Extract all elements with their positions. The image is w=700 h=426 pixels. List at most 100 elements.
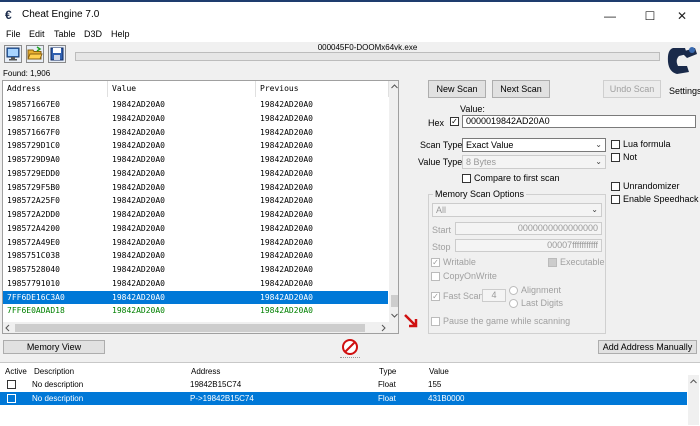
table-row[interactable]: No description P->19842B15C74 Float 431B000… [0,392,687,405]
menu-table[interactable]: Table [54,29,76,39]
computer-icon [6,47,20,61]
active-checkbox[interactable] [7,380,16,389]
add-to-address-list-button[interactable] [402,312,422,332]
result-value: 19842AD20A0 [112,292,165,302]
scan-type-value: Exact Value [466,140,514,150]
results-horizontal-scrollbar[interactable] [3,322,398,333]
results-vertical-scrollbar[interactable] [389,81,398,322]
result-row[interactable]: 198572A4200 19842AD20A0 19842AD20A0 [3,222,388,236]
executable-checkbox[interactable] [548,258,557,267]
writable-checkbox[interactable]: ✓ [431,258,440,267]
result-value: 19842AD20A0 [112,196,165,206]
table-header-type[interactable]: Type [379,367,396,376]
result-row[interactable]: 1985729EDD0 19842AD20A0 19842AD20A0 [3,167,388,181]
result-row[interactable]: 19857528040 19842AD20A0 19842AD20A0 [3,263,388,277]
next-scan-button[interactable]: Next Scan [492,80,550,98]
result-row[interactable]: 1985729F5B0 19842AD20A0 19842AD20A0 [3,181,388,195]
fast-scan-alignment-input[interactable]: 4 [482,289,506,302]
table-header-description[interactable]: Description [34,367,74,376]
value-type-select[interactable]: 8 Bytes ⌄ [462,155,606,169]
result-previous: 19842AD20A0 [260,306,313,316]
result-row[interactable]: 19857791010 19842AD20A0 19842AD20A0 [3,277,388,291]
fast-scan-checkbox[interactable]: ✓ [431,292,440,301]
table-value: 155 [428,380,442,389]
alignment-radio[interactable] [509,286,518,295]
found-count: Found: 1,906 [3,69,51,78]
menu-d3d[interactable]: D3D [84,29,102,39]
address-table[interactable]: Active Description Address Type Value No… [0,362,700,426]
table-vertical-scrollbar[interactable] [688,375,699,425]
result-address: 198571667F0 [7,127,60,137]
results-header-value[interactable]: Value [108,81,256,97]
results-header-previous[interactable]: Previous [256,81,389,97]
menu-file[interactable]: File [6,29,21,39]
memory-view-button[interactable]: Memory View [3,340,105,354]
stop-address-input[interactable]: 00007fffffffffff [455,239,602,252]
table-row[interactable]: No description 19842B15C74 Float 155 [0,378,687,391]
clear-list-button[interactable] [341,338,359,356]
result-value: 19842AD20A0 [112,223,165,233]
result-address: 1985729D1C0 [7,141,60,151]
memory-scan-options-title: Memory Scan Options [433,189,527,199]
result-row[interactable]: 198571667E0 19842AD20A0 19842AD20A0 [3,98,388,112]
table-header-value[interactable]: Value [429,367,449,376]
process-name: 000045F0-DOOMx64vk.exe [317,43,418,52]
value-input[interactable]: 0000019842AD20A0 [462,115,696,128]
menu-edit[interactable]: Edit [29,29,45,39]
table-header-address[interactable]: Address [191,367,220,376]
compare-first-scan-label: Compare to first scan [474,173,560,183]
result-address: 7FF6E0ADAD18 [7,306,65,316]
add-address-manually-button[interactable]: Add Address Manually [598,340,697,354]
scan-results-list[interactable]: Address Value Previous 198571667E0 19842A… [2,80,399,334]
results-header-address[interactable]: Address [3,81,108,97]
value-label: Value: [460,104,485,114]
result-row[interactable]: 198572A49E0 19842AD20A0 19842AD20A0 [3,236,388,250]
memory-region-value: All [436,205,447,215]
splitter-handle[interactable] [340,357,360,360]
hex-checkbox[interactable]: ✓ [450,117,459,126]
copy-on-write-checkbox[interactable] [431,272,440,281]
unrandomizer-checkbox[interactable] [611,182,620,191]
result-row[interactable]: 7FF6DE16C3A0 19842AD20A0 19842AD20A0 [3,290,388,305]
result-previous: 19842AD20A0 [260,196,313,206]
result-previous: 19842AD20A0 [260,141,313,151]
start-address-input[interactable]: 0000000000000000 [455,222,602,235]
title-bar[interactable]: € Cheat Engine 7.0 — ☐ ✕ [0,2,700,28]
enable-speedhack-checkbox[interactable] [611,195,620,204]
menu-help[interactable]: Help [111,29,130,39]
maximize-icon[interactable]: ☐ [632,4,668,28]
menu-bar: File Edit Table D3D Help [0,28,700,42]
result-value: 19842AD20A0 [112,237,165,247]
open-table-button[interactable] [26,45,44,63]
active-checkbox[interactable] [7,394,16,403]
result-row[interactable]: 198572A2DD0 19842AD20A0 19842AD20A0 [3,208,388,222]
result-previous: 19842AD20A0 [260,251,313,261]
save-table-button[interactable] [48,45,66,63]
result-row[interactable]: 7FF6E0ADAD18 19842AD20A0 19842AD20A0 [3,304,388,318]
close-icon[interactable]: ✕ [664,4,700,28]
undo-scan-button[interactable]: Undo Scan [603,80,661,98]
result-address: 198571667E8 [7,113,60,123]
select-process-button[interactable] [4,45,22,63]
table-address: P->19842B15C74 [190,394,254,403]
result-row[interactable]: 1985729D9A0 19842AD20A0 19842AD20A0 [3,153,388,167]
lua-formula-checkbox[interactable] [611,140,620,149]
result-row[interactable]: 198571667E8 19842AD20A0 19842AD20A0 [3,112,388,126]
compare-first-scan-checkbox[interactable] [462,174,471,183]
result-row[interactable]: 1985729D1C0 19842AD20A0 19842AD20A0 [3,139,388,153]
result-row[interactable]: 198572A25F0 19842AD20A0 19842AD20A0 [3,194,388,208]
scan-type-select[interactable]: Exact Value ⌄ [462,138,606,152]
memory-region-select[interactable]: All ⌄ [432,203,602,217]
minimize-icon[interactable]: — [592,4,628,28]
result-row[interactable]: 198571667F0 19842AD20A0 19842AD20A0 [3,126,388,140]
last-digits-radio[interactable] [509,299,518,308]
result-address: 1985751C038 [7,251,60,261]
pause-game-checkbox[interactable] [431,317,440,326]
result-address: 19857791010 [7,278,60,288]
result-row[interactable]: 1985751C038 19842AD20A0 19842AD20A0 [3,249,388,263]
table-header-active[interactable]: Active [5,367,27,376]
settings-button[interactable]: Settings [665,44,700,96]
result-value: 19842AD20A0 [112,168,165,178]
new-scan-button[interactable]: New Scan [428,80,486,98]
not-checkbox[interactable] [611,153,620,162]
